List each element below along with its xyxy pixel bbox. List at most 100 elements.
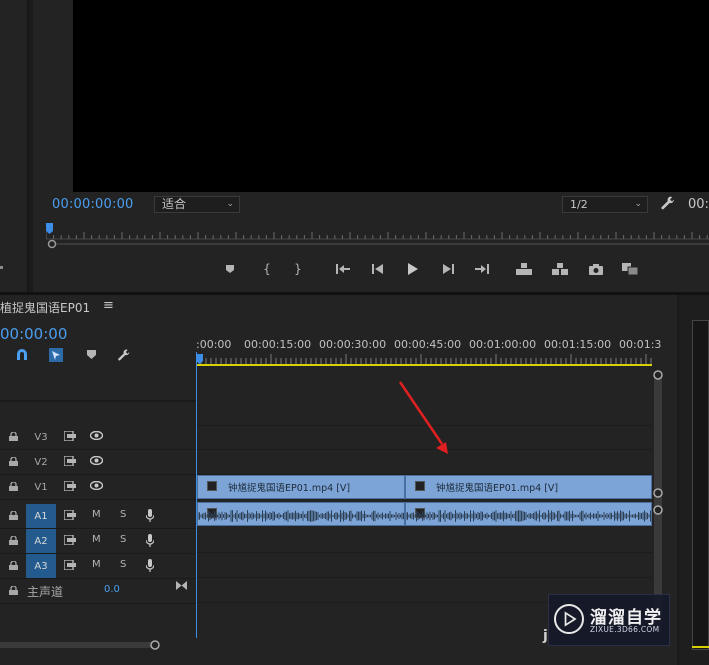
- sync-lock-icon[interactable]: [64, 560, 76, 570]
- annotation-arrow-icon: [398, 381, 448, 454]
- film-toggle-icon[interactable]: [64, 481, 76, 491]
- track-header-v3: V3: [0, 425, 196, 450]
- compare-icon[interactable]: [620, 259, 640, 279]
- mute-button[interactable]: M: [92, 559, 101, 570]
- microphone-icon[interactable]: [146, 559, 154, 572]
- eye-icon[interactable]: [90, 431, 103, 440]
- program-duration-timecode: 00:: [688, 197, 709, 212]
- camera-icon[interactable]: [586, 259, 606, 279]
- mark-out-icon[interactable]: }: [288, 259, 308, 279]
- wrench-settings-icon[interactable]: [660, 195, 676, 211]
- track-name-a2[interactable]: A2: [26, 529, 56, 553]
- playhead[interactable]: [196, 352, 197, 638]
- lock-icon[interactable]: [9, 432, 18, 441]
- track-name-v3[interactable]: V3: [26, 425, 56, 449]
- lock-icon[interactable]: [9, 536, 18, 545]
- eye-icon[interactable]: [90, 456, 103, 465]
- step-back-icon[interactable]: [368, 259, 388, 279]
- watermark-url: ZIXUE.3D66.COM: [590, 625, 660, 634]
- video-clip[interactable]: 钟馗捉鬼国语EP01.mp4 [V]: [197, 475, 405, 499]
- chevron-down-icon: ⌄: [634, 199, 642, 209]
- track-headers: V3 V2 V1 A1 M S A2 M S A3 M S 主声道 0.0: [0, 367, 196, 637]
- audio-clip[interactable]: [197, 502, 405, 526]
- track-header-a2: A2 M S: [0, 529, 196, 554]
- timeline-timecode[interactable]: 00:00:00: [0, 325, 67, 343]
- film-toggle-icon[interactable]: [64, 456, 76, 466]
- lane-a3[interactable]: [196, 553, 652, 578]
- lift-icon[interactable]: [514, 259, 534, 279]
- eye-icon[interactable]: [90, 481, 103, 490]
- track-name-a1[interactable]: A1: [26, 504, 56, 528]
- program-time-ruler[interactable]: [46, 222, 709, 240]
- solo-button[interactable]: S: [120, 534, 126, 545]
- program-video-display: [73, 0, 709, 192]
- sequence-tab[interactable]: 植捉鬼国语EP01: [0, 299, 90, 316]
- track-header-a3: A3 M S: [0, 554, 196, 579]
- panel-menu-icon[interactable]: ≡: [103, 298, 114, 313]
- meter-yellow-bar: [692, 646, 709, 648]
- track-name-v2[interactable]: V2: [26, 450, 56, 474]
- sync-lock-icon[interactable]: [64, 510, 76, 520]
- track-name-a3[interactable]: A3: [26, 554, 56, 578]
- linked-selection-icon[interactable]: [49, 348, 63, 362]
- lock-icon[interactable]: [9, 586, 18, 595]
- go-to-in-icon[interactable]: [333, 259, 353, 279]
- watermark-letter: j: [543, 628, 548, 644]
- watermark-logo-icon: [554, 604, 584, 634]
- mute-button[interactable]: M: [92, 509, 101, 520]
- solo-button[interactable]: S: [120, 509, 126, 520]
- sync-lock-icon[interactable]: [64, 535, 76, 545]
- timeline-ruler[interactable]: :00:00 00:00:15:00 00:00:30:00 00:00:45:…: [196, 336, 661, 366]
- clip-label: 钟馗捉鬼国语EP01.mp4 [V]: [228, 483, 351, 494]
- work-area-bar[interactable]: [196, 364, 652, 366]
- ruler-label: :00:00: [196, 338, 232, 351]
- playback-resolution-value: 1/2: [570, 198, 588, 211]
- fit-zoom-value: 适合: [162, 197, 187, 211]
- audio-waveform: [406, 510, 651, 522]
- track-name-v1[interactable]: V1: [26, 475, 56, 499]
- lock-icon[interactable]: [9, 482, 18, 491]
- film-toggle-icon[interactable]: [64, 431, 76, 441]
- track-header-a1: A1 M S: [0, 504, 196, 529]
- snap-magnet-icon[interactable]: [16, 349, 28, 361]
- track-header-v1: V1: [0, 475, 196, 500]
- step-forward-icon[interactable]: [438, 259, 458, 279]
- master-track-label: 主声道: [27, 585, 64, 599]
- program-timecode[interactable]: 00:00:00:00: [52, 197, 134, 212]
- ruler-label: 00:01:00:00: [469, 338, 537, 351]
- transport-controls: { }: [220, 259, 650, 279]
- playback-resolution-select[interactable]: 1/2 ⌄: [562, 196, 648, 213]
- lock-icon[interactable]: [9, 561, 18, 570]
- track-header-master: 主声道 0.0: [0, 579, 196, 604]
- extract-icon[interactable]: [550, 259, 570, 279]
- microphone-icon[interactable]: [146, 509, 154, 522]
- fit-zoom-select[interactable]: 适合 ⌄: [154, 196, 240, 213]
- mark-in-icon[interactable]: {: [257, 259, 277, 279]
- play-icon[interactable]: [403, 259, 423, 279]
- fx-badge-icon: [415, 481, 425, 491]
- fx-badge-icon: [207, 481, 217, 491]
- solo-button[interactable]: S: [120, 559, 126, 570]
- marker-icon[interactable]: [220, 259, 240, 279]
- lane-a2[interactable]: [196, 528, 652, 553]
- lock-icon[interactable]: [9, 511, 18, 520]
- add-marker-icon[interactable]: [87, 350, 96, 360]
- ruler-ticks: [196, 354, 652, 364]
- video-clip[interactable]: 钟馗捉鬼国语EP01.mp4 [V]: [405, 475, 652, 499]
- ruler-label: 00:00:45:00: [394, 338, 462, 351]
- bowtie-icon[interactable]: [176, 581, 187, 590]
- audio-clip[interactable]: [405, 502, 652, 526]
- ruler-label: 00:01:15:00: [544, 338, 612, 351]
- wrench-settings-icon[interactable]: [117, 348, 131, 362]
- program-zoom-scrollbar[interactable]: [46, 239, 709, 249]
- chevron-down-icon: ⌄: [226, 199, 234, 209]
- timeline-tools: [14, 347, 144, 365]
- lock-icon[interactable]: [9, 457, 18, 466]
- ruler-label: 00:00:30:00: [319, 338, 387, 351]
- mute-button[interactable]: M: [92, 534, 101, 545]
- track-header-v2: V2: [0, 450, 196, 475]
- master-volume-value[interactable]: 0.0: [104, 584, 120, 595]
- go-to-out-icon[interactable]: [472, 259, 492, 279]
- ruler-label: 00:00:15:00: [244, 338, 312, 351]
- microphone-icon[interactable]: [146, 534, 154, 547]
